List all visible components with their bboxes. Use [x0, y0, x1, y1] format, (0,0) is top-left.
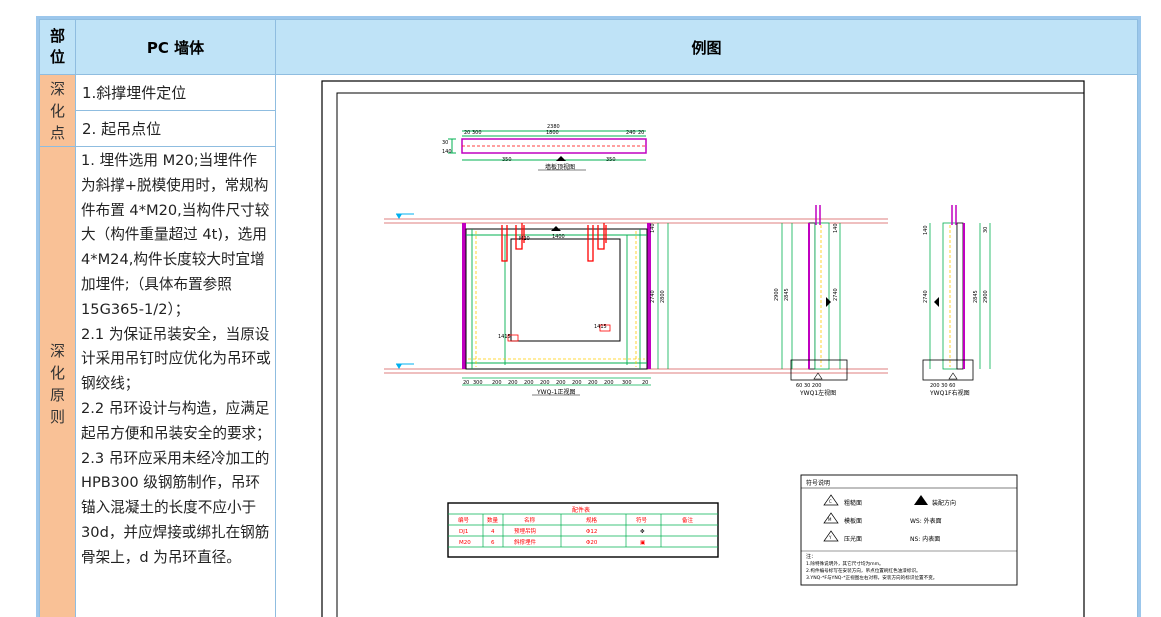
fv-dim-6: 200: [556, 380, 566, 386]
parts-header-symbol: 符号: [636, 516, 648, 524]
section2-label-text: 深 化 原 则: [49, 342, 65, 426]
top-view-dim-20r: 20: [638, 130, 644, 136]
header-part: 部 位: [39, 19, 76, 75]
top-view-dim-20l: 20: [464, 130, 470, 136]
legend-rough-face: 粗糙面: [844, 499, 862, 507]
legend-outer-surface: WS: 外表面: [910, 517, 942, 525]
fv-dim-11: 20: [642, 380, 648, 386]
engineering-drawing: 2380 20 300 1800 240 20 350 350 30 140 墙…: [321, 80, 1085, 617]
rv-dim-2740: 2740: [923, 290, 929, 303]
front-view-2800-label: 2800: [660, 290, 666, 303]
section2-content: 1. 埋件选用 M20;当埋件作为斜撑+脱模使用时，常规构件布置 4*M20,当…: [75, 146, 276, 617]
legend-note-2: 2.构件编号标写在安装方向，吊点位置刷红色油漆标识。: [806, 567, 921, 574]
fv-dim-3: 200: [508, 380, 518, 386]
lv-dim-2900: 2900: [774, 288, 780, 301]
top-view-dim-30: 30: [442, 140, 448, 146]
legend-notes-title: 注：: [806, 553, 816, 560]
lv-dim-140: 140: [833, 223, 839, 233]
parts-table-title: 配件表: [572, 506, 590, 514]
front-view-140-label: 140: [650, 223, 656, 233]
legend-inner-surface: NS: 内表面: [910, 535, 940, 543]
fv-dim-2: 200: [492, 380, 502, 386]
legend-polished-face: 压光面: [844, 535, 862, 543]
front-view-1400-label: 1400: [552, 234, 565, 240]
principle-2-1: 2.1 为保证吊装安全，当原设计采用吊钉时应优化为吊环或钢绞线；: [81, 325, 271, 393]
fv-dim-10: 300: [622, 380, 632, 386]
legend-note-1: 1.除特殊说明外，其它尺寸均为mm。: [806, 560, 884, 567]
parts-row1-qty: 4: [491, 529, 495, 535]
legend-note-3: 3.YNQ-*F与YNQ-*正视图左右对称，安装方向的标识位置不变。: [806, 574, 937, 581]
right-view-title: YWQ1F右视图: [929, 389, 970, 397]
rv-dim-30: 30: [983, 227, 989, 233]
lv-dim-2740: 2740: [833, 288, 839, 301]
legend-sym-c: C: [829, 499, 832, 504]
parts-table: 配件表 编号 数量 名称 规格 符号 备注 DJ1 4 预埋吊钩 Φ12 ✥ M…: [447, 502, 719, 558]
lv-bottom-dims: 60 30 200: [796, 383, 821, 389]
top-view-dim-1800: 1800: [546, 130, 559, 136]
legend-sym-y: Y: [828, 535, 832, 540]
fv-dim-8: 200: [588, 380, 598, 386]
section1-item-2: 2. 起吊点位: [75, 110, 276, 147]
front-view-tag-a: 1415: [498, 334, 511, 340]
front-view-tag-b: 1415: [594, 324, 607, 330]
front-view-2740-label: 2740: [650, 290, 656, 303]
header-pc: PC 墙体: [75, 19, 276, 75]
legend-title: 符号说明: [806, 479, 830, 487]
fv-dim-5: 200: [540, 380, 550, 386]
rv-bottom-dims: 200 30 60: [930, 383, 955, 389]
section1-row1: 深 化 点 1.斜撑埋件定位 2380 20 300 1800 240 20 3…: [39, 74, 1138, 617]
parts-row2-symbol: ▣: [640, 540, 645, 546]
legend-assembly-direction: 装配方向: [932, 499, 956, 507]
parts-header-no: 编号: [458, 516, 470, 524]
front-view-m20-label: M20: [519, 236, 530, 242]
top-view-dim-350l: 350: [502, 157, 512, 163]
rv-dim-140: 140: [923, 225, 929, 235]
lv-dim-2845: 2845: [784, 288, 790, 301]
section1-label-text: 深 化 点: [49, 79, 65, 142]
header-part-label: 部 位: [49, 27, 65, 66]
legend-mold-face: 模板面: [844, 517, 862, 525]
symbol-legend: 符号说明 C 粗糙面 装配方向 M 模板面 WS: 外表面 Y 压光面 NS: …: [800, 474, 1018, 586]
section1-label: 深 化 点: [39, 74, 76, 147]
fv-dim-4: 200: [524, 380, 534, 386]
fv-dim-9: 200: [604, 380, 614, 386]
parts-header-qty: 数量: [487, 516, 499, 524]
parts-header-name: 名称: [524, 516, 536, 524]
parts-header-remark: 备注: [682, 516, 694, 524]
spec-table-frame: 部 位 PC 墙体 例图 深 化 点 1.斜撑埋件定位 2380 20 300 …: [36, 16, 1141, 617]
header-example: 例图: [275, 19, 1138, 75]
fv-dim-0: 20: [463, 380, 469, 386]
section2-label: 深 化 原 则: [39, 146, 76, 617]
fv-dim-7: 200: [572, 380, 582, 386]
section1-item-1: 1.斜撑埋件定位: [75, 74, 276, 111]
parts-header-spec: 规格: [586, 516, 598, 524]
parts-row1-name: 预埋吊钩: [514, 527, 537, 535]
spec-table: 部 位 PC 墙体 例图 深 化 点 1.斜撑埋件定位 2380 20 300 …: [39, 19, 1138, 617]
top-view-dim-300: 300: [472, 130, 482, 136]
parts-row2-no: M20: [459, 540, 471, 546]
parts-row1-no: DJ1: [459, 529, 468, 535]
top-view-dim-140: 140: [442, 149, 452, 155]
legend-sym-m: M: [828, 517, 832, 522]
parts-row2-name: 斜撑埋件: [514, 538, 537, 546]
fv-dim-1: 300: [473, 380, 483, 386]
example-drawing-cell: 2380 20 300 1800 240 20 350 350 30 140 墙…: [275, 74, 1138, 617]
parts-row1-spec: Φ12: [586, 529, 597, 535]
parts-row2-qty: 6: [491, 540, 495, 546]
top-view-dim-350r: 350: [606, 157, 616, 163]
parts-row2-spec: Φ20: [586, 540, 598, 546]
rv-dim-2900: 2900: [983, 290, 989, 303]
header-row: 部 位 PC 墙体 例图: [39, 19, 1138, 75]
principle-1: 1. 埋件选用 M20;当埋件作为斜撑+脱模使用时，常规构件布置 4*M20,当…: [81, 152, 270, 318]
left-view-title: YWQ1左视图: [799, 389, 836, 397]
principle-2-2: 2.2 吊环设计与构造，应满足起吊方便和吊装安全的要求；: [81, 399, 271, 442]
rv-dim-2845: 2845: [973, 290, 979, 303]
principle-2-3: 2.3 吊环应采用未经冷加工的 HPB300 级钢筋制作，吊环锚入混凝土的长度不…: [81, 449, 270, 566]
parts-row1-symbol: ✥: [640, 528, 645, 535]
top-view-dim-240: 240: [626, 130, 636, 136]
